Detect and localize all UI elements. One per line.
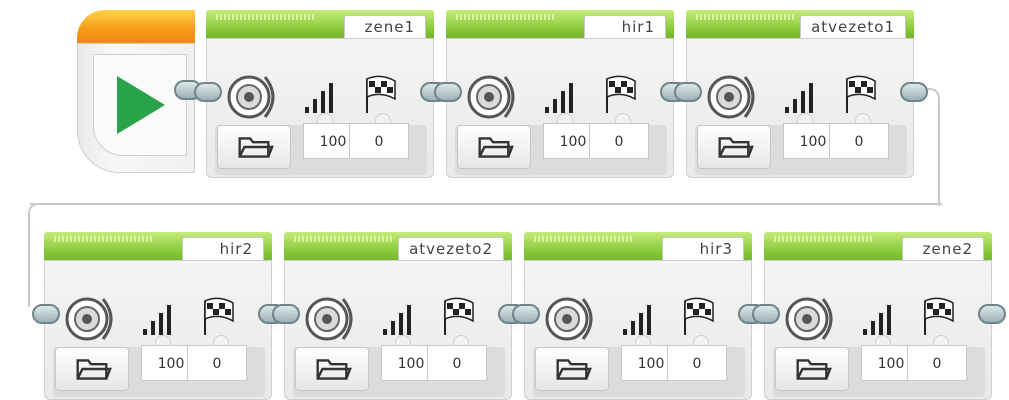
folder-icon (316, 359, 352, 380)
block-header: atvezeto1 (686, 10, 914, 39)
sequence-input-plug[interactable] (674, 82, 702, 102)
block-header: zene2 (764, 232, 992, 261)
volume-bars-icon (383, 305, 411, 335)
sequence-wire (28, 203, 40, 307)
speaker-icon[interactable] (543, 293, 601, 343)
sequence-input-plug[interactable] (752, 304, 780, 324)
block-body: 100 0 (764, 260, 992, 400)
block-body: 100 0 (206, 38, 434, 178)
speaker-icon[interactable] (225, 71, 283, 121)
speaker-icon[interactable] (303, 293, 361, 343)
sequence-wire (30, 203, 942, 205)
block-file-name: atvezeto2 (398, 237, 504, 261)
block-file-name: hir1 (584, 15, 666, 39)
block-grip[interactable] (696, 14, 794, 20)
volume-bars-icon (863, 305, 891, 335)
block-file-name: zene2 (902, 237, 984, 261)
block-grip[interactable] (54, 236, 152, 242)
speaker-icon[interactable] (783, 293, 841, 343)
folder-icon (76, 359, 112, 380)
play-type-input[interactable]: 0 (427, 345, 487, 381)
folder-icon (238, 137, 274, 158)
checkered-flag-icon (204, 297, 234, 335)
sound-block[interactable]: hir1 100 0 (446, 10, 674, 178)
block-file-name: zene1 (344, 15, 426, 39)
play-type-input[interactable]: 0 (907, 345, 967, 381)
block-file-name: hir3 (662, 237, 744, 261)
file-select-button[interactable] (217, 125, 291, 169)
block-body: 100 0 (284, 260, 512, 400)
folder-icon (556, 359, 592, 380)
sequence-input-plug[interactable] (32, 304, 60, 324)
file-select-button[interactable] (295, 347, 369, 391)
block-header: atvezeto2 (284, 232, 512, 261)
play-type-input[interactable]: 0 (667, 345, 727, 381)
play-type-input[interactable]: 0 (349, 123, 409, 159)
folder-icon (478, 137, 514, 158)
sequence-wire (920, 88, 940, 206)
sequence-input-plug[interactable] (512, 304, 540, 324)
volume-bars-icon (143, 305, 171, 335)
block-body: 100 0 (686, 38, 914, 178)
block-header: hir1 (446, 10, 674, 39)
sound-block[interactable]: atvezeto2 100 0 (284, 232, 512, 400)
file-select-button[interactable] (775, 347, 849, 391)
checkered-flag-icon (684, 297, 714, 335)
block-body: 100 0 (446, 38, 674, 178)
file-select-button[interactable] (55, 347, 129, 391)
block-grip[interactable] (216, 14, 314, 20)
sound-block[interactable]: zene2 100 0 (764, 232, 992, 400)
play-type-input[interactable]: 0 (589, 123, 649, 159)
folder-icon (796, 359, 832, 380)
sound-block[interactable]: hir2 100 0 (44, 232, 272, 400)
block-body: 100 0 (44, 260, 272, 400)
checkered-flag-icon (366, 75, 396, 113)
checkered-flag-icon (846, 75, 876, 113)
play-type-input[interactable]: 0 (829, 123, 889, 159)
play-type-input[interactable]: 0 (187, 345, 247, 381)
checkered-flag-icon (924, 297, 954, 335)
speaker-icon[interactable] (63, 293, 121, 343)
sound-block[interactable]: atvezeto1 100 0 (686, 10, 914, 178)
block-header: hir3 (524, 232, 752, 261)
block-header: zene1 (206, 10, 434, 39)
block-grip[interactable] (534, 236, 632, 242)
volume-bars-icon (545, 83, 573, 113)
play-icon[interactable] (117, 76, 165, 134)
sequence-input-plug[interactable] (194, 82, 222, 102)
file-select-button[interactable] (535, 347, 609, 391)
speaker-icon[interactable] (705, 71, 763, 121)
block-file-name: hir2 (182, 237, 264, 261)
checkered-flag-icon (444, 297, 474, 335)
folder-icon (718, 137, 754, 158)
block-header: hir2 (44, 232, 272, 261)
sequence-input-plug[interactable] (272, 304, 300, 324)
sound-block[interactable]: hir3 100 0 (524, 232, 752, 400)
sequence-input-plug[interactable] (434, 82, 462, 102)
block-grip[interactable] (294, 236, 392, 242)
file-select-button[interactable] (457, 125, 531, 169)
speaker-icon[interactable] (465, 71, 523, 121)
volume-bars-icon (623, 305, 651, 335)
program-canvas: zene1 100 0 hir1 100 0 atvezeto1 100 0 h… (0, 0, 1009, 400)
sound-block[interactable]: zene1 100 0 (206, 10, 434, 178)
file-select-button[interactable] (697, 125, 771, 169)
volume-bars-icon (785, 83, 813, 113)
start-block-header (77, 10, 195, 43)
sequence-output-plug[interactable] (900, 82, 928, 102)
volume-bars-icon (305, 83, 333, 113)
block-grip[interactable] (774, 236, 872, 242)
block-file-name: atvezeto1 (800, 15, 906, 39)
block-grip[interactable] (456, 14, 554, 20)
sequence-output-plug[interactable] (978, 304, 1006, 324)
block-body: 100 0 (524, 260, 752, 400)
checkered-flag-icon (606, 75, 636, 113)
